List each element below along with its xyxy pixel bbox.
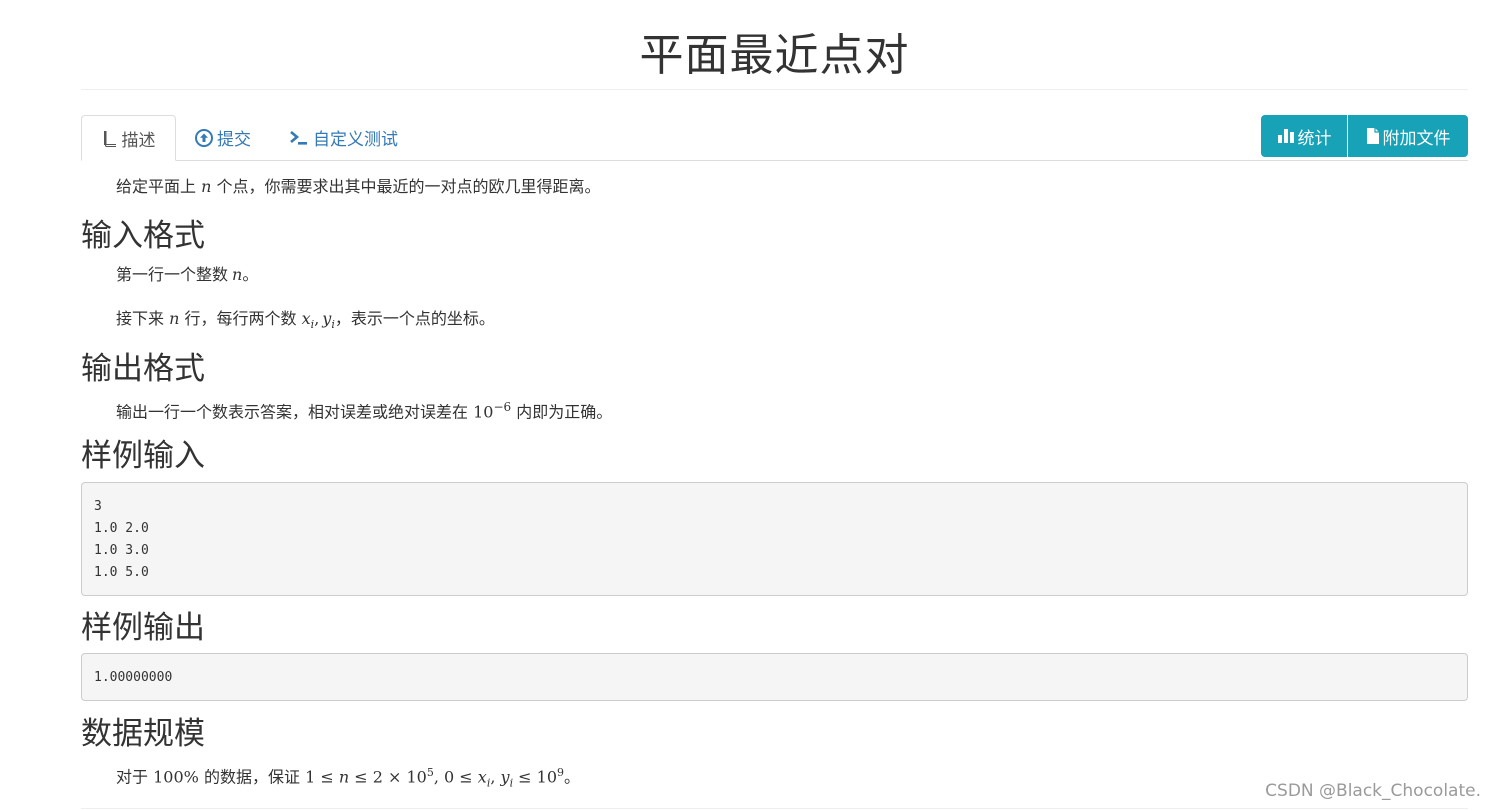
input-format-heading: 输入格式 bbox=[81, 218, 205, 254]
constraints-heading: 数据规模 bbox=[81, 716, 205, 752]
tab-submit[interactable]: 提交 bbox=[183, 115, 263, 160]
input-format-line1: 第一行一个整数 n。 bbox=[116, 265, 259, 284]
output-format-text: 输出一行一个数表示答案，相对误差或绝对误差在 10−6 内即为正确。 bbox=[116, 400, 613, 422]
tab-bar: 描述 提交 自定义测试 统计 附加文件 bbox=[81, 115, 1468, 161]
file-icon bbox=[1366, 127, 1380, 145]
attachments-button[interactable]: 附加文件 bbox=[1348, 115, 1468, 157]
title-divider bbox=[81, 89, 1468, 90]
math-var-n: n bbox=[201, 177, 212, 196]
tab-bar-line bbox=[81, 160, 1468, 161]
watermark: CSDN @Black_Chocolate. bbox=[1265, 781, 1481, 801]
stats-button-label: 统计 bbox=[1297, 128, 1332, 149]
sample-input-block: 3 1.0 2.0 1.0 3.0 1.0 5.0 bbox=[81, 482, 1468, 596]
constraints-text: 对于 100% 的数据，保证 1 ≤ n ≤ 2 × 105, 0 ≤ xi, … bbox=[116, 766, 581, 790]
book-icon bbox=[102, 130, 118, 147]
sample-output-heading: 样例输出 bbox=[81, 610, 205, 646]
stats-button[interactable]: 统计 bbox=[1261, 115, 1347, 157]
tab-custom-test-label: 自定义测试 bbox=[313, 130, 398, 150]
sample-output-line: 1.00000000 bbox=[94, 670, 173, 685]
sample-input-heading: 样例输入 bbox=[81, 438, 205, 474]
sample-input-line: 1.0 5.0 bbox=[94, 565, 149, 580]
sample-output-block: 1.00000000 bbox=[81, 653, 1468, 701]
input-format-line2: 接下来 n 行，每行两个数 xi, yi，表示一个点的坐标。 bbox=[116, 309, 495, 332]
attachments-button-label: 附加文件 bbox=[1382, 128, 1451, 149]
sample-input-line: 1.0 3.0 bbox=[94, 543, 149, 558]
tab-submit-label: 提交 bbox=[217, 130, 251, 150]
bar-chart-icon bbox=[1277, 128, 1295, 144]
tab-description-label: 描述 bbox=[121, 130, 156, 151]
tab-custom-test[interactable]: 自定义测试 bbox=[277, 115, 410, 160]
sample-input-line: 1.0 2.0 bbox=[94, 521, 149, 536]
problem-container: 平面最近点对 描述 提交 自定义测试 统计 附加文件 给定平面上 n 个点，你需… bbox=[81, 0, 1468, 809]
terminal-icon bbox=[289, 130, 309, 146]
output-format-heading: 输出格式 bbox=[81, 351, 205, 387]
page-title: 平面最近点对 bbox=[639, 30, 910, 81]
footer-divider bbox=[81, 808, 1468, 809]
tab-description[interactable]: 描述 bbox=[81, 115, 176, 161]
upload-circle-icon bbox=[195, 128, 213, 147]
sample-input-line: 3 bbox=[94, 499, 102, 514]
description-text: 给定平面上 n 个点，你需要求出其中最近的一对点的欧几里得距离。 bbox=[116, 177, 601, 196]
